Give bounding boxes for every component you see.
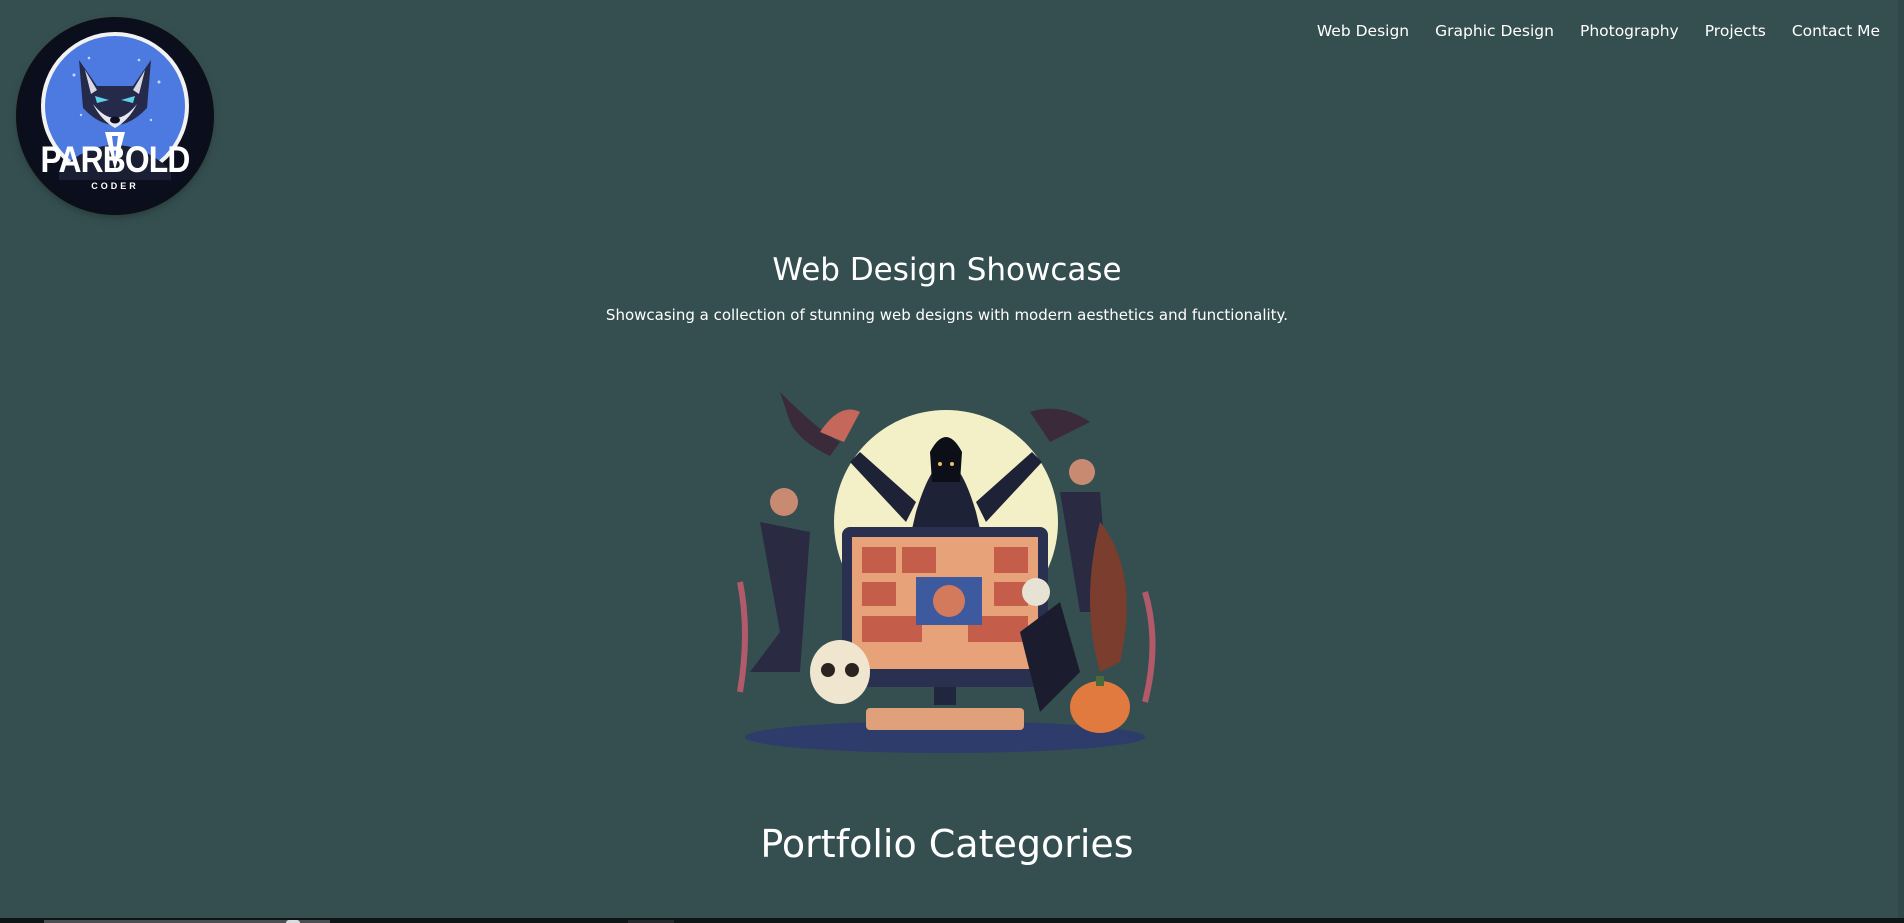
nav-link-photography[interactable]: Photography [1580, 22, 1679, 40]
logo-title: PARBOLD [40, 139, 191, 180]
portfolio-categories-heading: Portfolio Categories [760, 822, 1134, 866]
nav-link-graphic-design[interactable]: Graphic Design [1435, 22, 1554, 40]
logo-subtitle: CODER [91, 181, 139, 191]
illustration-image [737, 392, 1156, 753]
nav-link-projects[interactable]: Projects [1705, 22, 1766, 40]
page-title: Web Design Showcase [772, 252, 1122, 288]
site-logo[interactable]: PARBOLD CODER [19, 20, 211, 212]
nav-link-contact-me[interactable]: Contact Me [1792, 22, 1880, 40]
vertical-scrollbar[interactable] [1898, 0, 1904, 918]
horizontal-scrollbar[interactable] [0, 918, 1904, 923]
page: PARBOLD CODER Web Design Graphic Design … [0, 0, 1904, 923]
page-subtitle: Showcasing a collection of stunning web … [605, 306, 1289, 324]
web-design-illustration [720, 372, 1170, 757]
nav-link-web-design[interactable]: Web Design [1317, 22, 1409, 40]
main-nav: Web Design Graphic Design Photography Pr… [1317, 22, 1880, 40]
